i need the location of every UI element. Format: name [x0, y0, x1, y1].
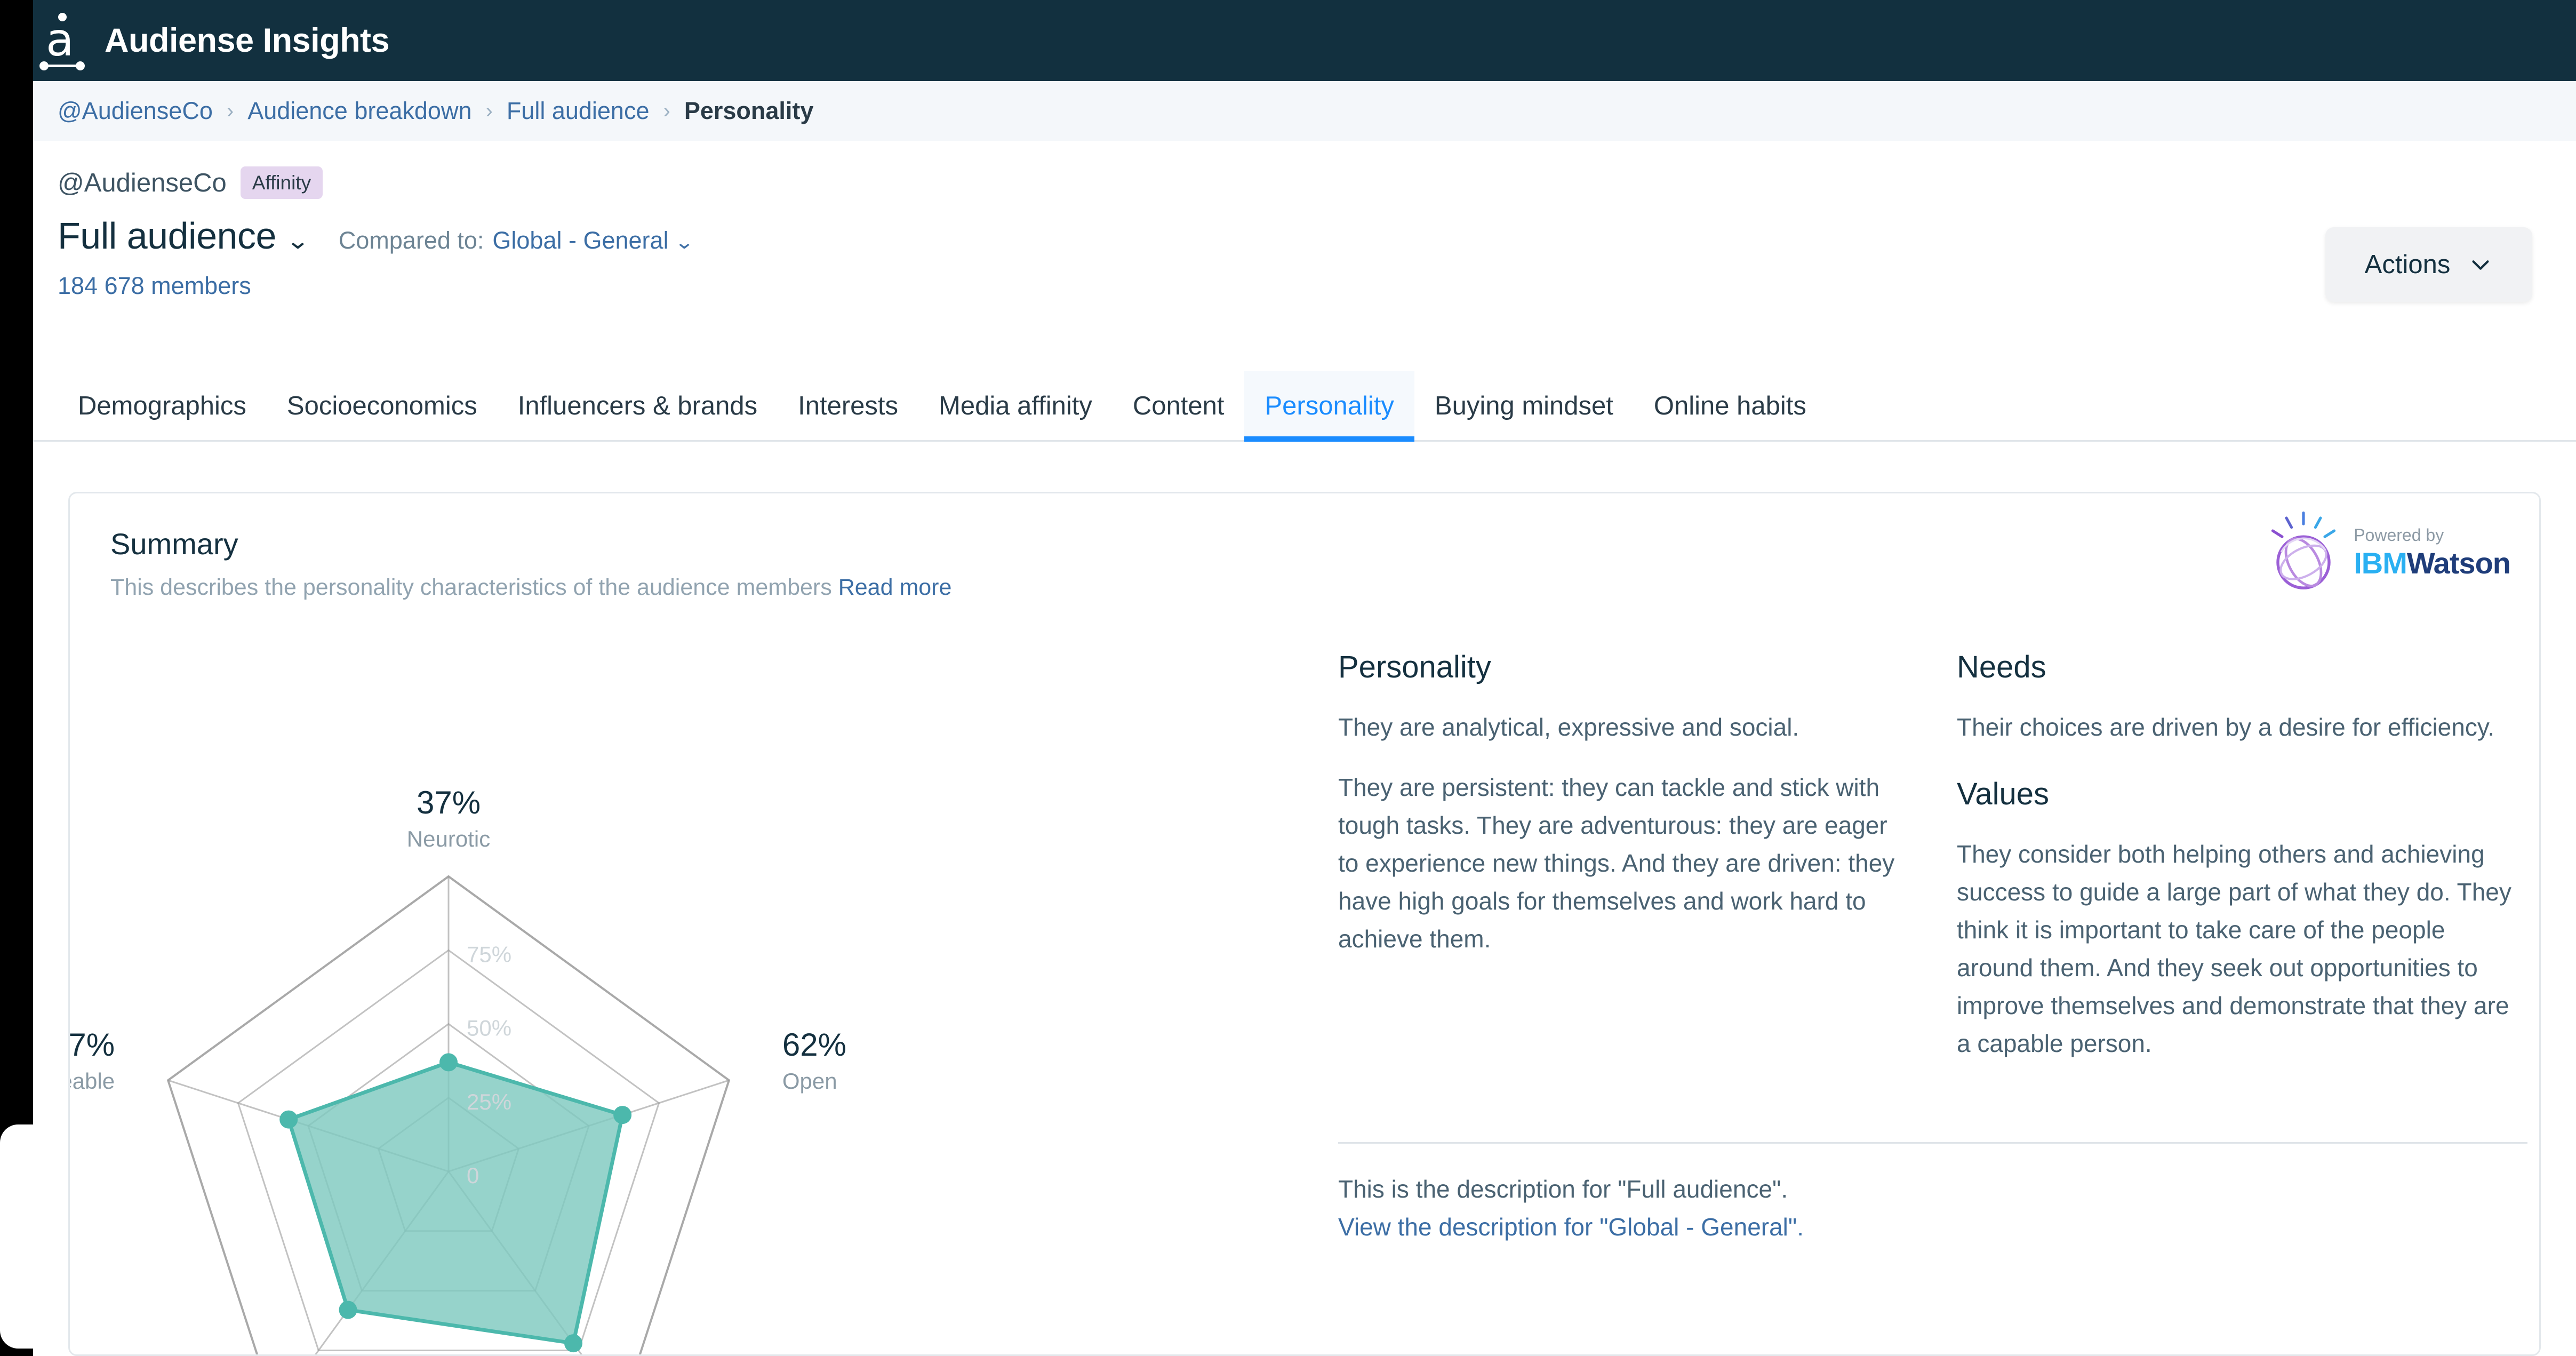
- tab-bar: Demographics Socioeconomics Influencers …: [33, 371, 2576, 442]
- summary-heading: Summary: [110, 527, 238, 561]
- description-footer: This is the description for "Full audien…: [1338, 1142, 2527, 1246]
- logo-bar-dot-left: [39, 61, 49, 70]
- needs-paragraph: Their choices are driven by a desire for…: [1957, 713, 2495, 741]
- personality-radar-chart: 025%50%75% 37%Neurotic62%Open72%Conscien…: [70, 635, 1334, 1354]
- chevron-down-icon[interactable]: ⌄: [285, 227, 310, 254]
- description-comparison-link[interactable]: View the description for "Global - Gener…: [1338, 1208, 2527, 1246]
- ibm-watson-badge: Powered by IBMWatson: [2261, 509, 2511, 595]
- tab-influencers-brands[interactable]: Influencers & brands: [498, 371, 778, 440]
- actions-button-label: Actions: [2364, 250, 2451, 279]
- tab-label: Personality: [1265, 391, 1394, 420]
- audience-title-row: Full audience ⌄ Compared to: Global - Ge…: [58, 214, 694, 257]
- divider: [1338, 1142, 2527, 1144]
- chevron-down-icon[interactable]: ⌄: [674, 231, 694, 253]
- tab-label: Demographics: [78, 391, 246, 420]
- compared-to-value[interactable]: Global - General: [492, 227, 668, 254]
- watson-ibm-text: IBM: [2354, 546, 2407, 580]
- radar-value-label: 37%: [417, 785, 481, 820]
- chevron-down-icon: [2472, 260, 2489, 270]
- description-current-audience: This is the description for "Full audien…: [1338, 1175, 1788, 1203]
- breadcrumb: @AudienseCo › Audience breakdown › Full …: [33, 81, 2576, 141]
- radar-value-label: 57%: [70, 1027, 115, 1063]
- svg-text:25%: 25%: [467, 1089, 511, 1114]
- personality-paragraph-2: They are persistent: they can tackle and…: [1338, 773, 1895, 953]
- tab-personality[interactable]: Personality: [1244, 371, 1415, 442]
- audiense-a-logo-icon: a: [39, 11, 85, 70]
- radar-series-area: [286, 1060, 625, 1345]
- tab-label: Interests: [798, 391, 899, 420]
- breadcrumb-item-personality: Personality: [684, 97, 814, 124]
- svg-text:0: 0: [467, 1163, 479, 1188]
- logo-letter: a: [46, 13, 74, 67]
- tab-label: Buying mindset: [1434, 391, 1613, 420]
- personality-text-column: Personality They are analytical, express…: [1338, 649, 1909, 980]
- tab-label: Content: [1132, 391, 1225, 420]
- breadcrumb-separator-icon: ›: [485, 99, 493, 123]
- tab-buying-mindset[interactable]: Buying mindset: [1414, 371, 1634, 440]
- breadcrumb-separator-icon: ›: [226, 99, 234, 123]
- tab-label: Socioeconomics: [286, 391, 477, 420]
- tab-interests[interactable]: Interests: [778, 371, 918, 440]
- ibm-watson-avatar-icon: [2271, 511, 2336, 589]
- tab-label: Online habits: [1653, 391, 1806, 420]
- breadcrumb-item-full-audience[interactable]: Full audience: [507, 97, 650, 125]
- members-count[interactable]: 184 678 members: [58, 272, 251, 300]
- breadcrumb-item-account[interactable]: @AudienseCo: [58, 97, 213, 125]
- personality-heading: Personality: [1338, 650, 1491, 684]
- radar-chart-svg: 025%50%75% 37%Neurotic62%Open72%Conscien…: [70, 785, 846, 1354]
- logo-bar-dot-right: [76, 61, 85, 70]
- compared-to-label: Compared to:: [338, 227, 484, 254]
- actions-button[interactable]: Actions: [2325, 227, 2532, 302]
- breadcrumb-item-audience-breakdown[interactable]: Audience breakdown: [247, 97, 471, 125]
- radar-value-label: 62%: [782, 1027, 846, 1063]
- watson-powered-by-label: Powered by: [2354, 525, 2444, 545]
- status-badge: Affinity: [240, 166, 323, 199]
- browser-viewport: a Audiense Insights @AudienseCo › Audien…: [33, 0, 2576, 1356]
- screen-root: a Audiense Insights @AudienseCo › Audien…: [0, 0, 2576, 1356]
- svg-text:75%: 75%: [467, 942, 511, 967]
- audience-handle: @AudienseCo: [58, 168, 227, 197]
- tab-label: Influencers & brands: [517, 391, 758, 420]
- values-heading: Values: [1957, 777, 2050, 811]
- page-title: Full audience: [58, 215, 276, 257]
- audience-header: @AudienseCo Affinity Full audience ⌄ Com…: [33, 141, 2576, 371]
- tab-media-affinity[interactable]: Media affinity: [918, 371, 1113, 440]
- summary-card: Summary This describes the personality c…: [68, 492, 2541, 1356]
- svg-text:50%: 50%: [467, 1016, 511, 1041]
- watson-wordmark: Powered by IBMWatson: [2354, 525, 2511, 580]
- tab-demographics[interactable]: Demographics: [58, 371, 267, 440]
- app-header-bar: a Audiense Insights: [33, 0, 2576, 81]
- radar-category-label: Neurotic: [407, 826, 490, 851]
- radar-category-label: Agreeable: [70, 1068, 115, 1094]
- app-title: Audiense Insights: [105, 22, 390, 59]
- audience-handle-row: @AudienseCo Affinity: [58, 166, 323, 199]
- values-paragraph: They consider both helping others and ac…: [1957, 840, 2511, 1057]
- breadcrumb-separator-icon: ›: [663, 99, 670, 123]
- summary-description-text: This describes the personality character…: [110, 575, 832, 600]
- personality-paragraph-1: They are analytical, expressive and soci…: [1338, 713, 1799, 741]
- read-more-link[interactable]: Read more: [838, 575, 952, 600]
- needs-values-text-column: Needs Their choices are driven by a desi…: [1957, 649, 2527, 1085]
- summary-description: This describes the personality character…: [110, 575, 951, 601]
- tab-label: Media affinity: [939, 391, 1092, 420]
- tab-content[interactable]: Content: [1113, 371, 1245, 440]
- tab-socioeconomics[interactable]: Socioeconomics: [267, 371, 498, 440]
- tab-online-habits[interactable]: Online habits: [1634, 371, 1827, 440]
- needs-heading: Needs: [1957, 650, 2046, 684]
- watson-name: IBMWatson: [2354, 546, 2511, 580]
- radar-category-label: Open: [782, 1068, 837, 1094]
- watson-watson-text: Watson: [2406, 546, 2511, 580]
